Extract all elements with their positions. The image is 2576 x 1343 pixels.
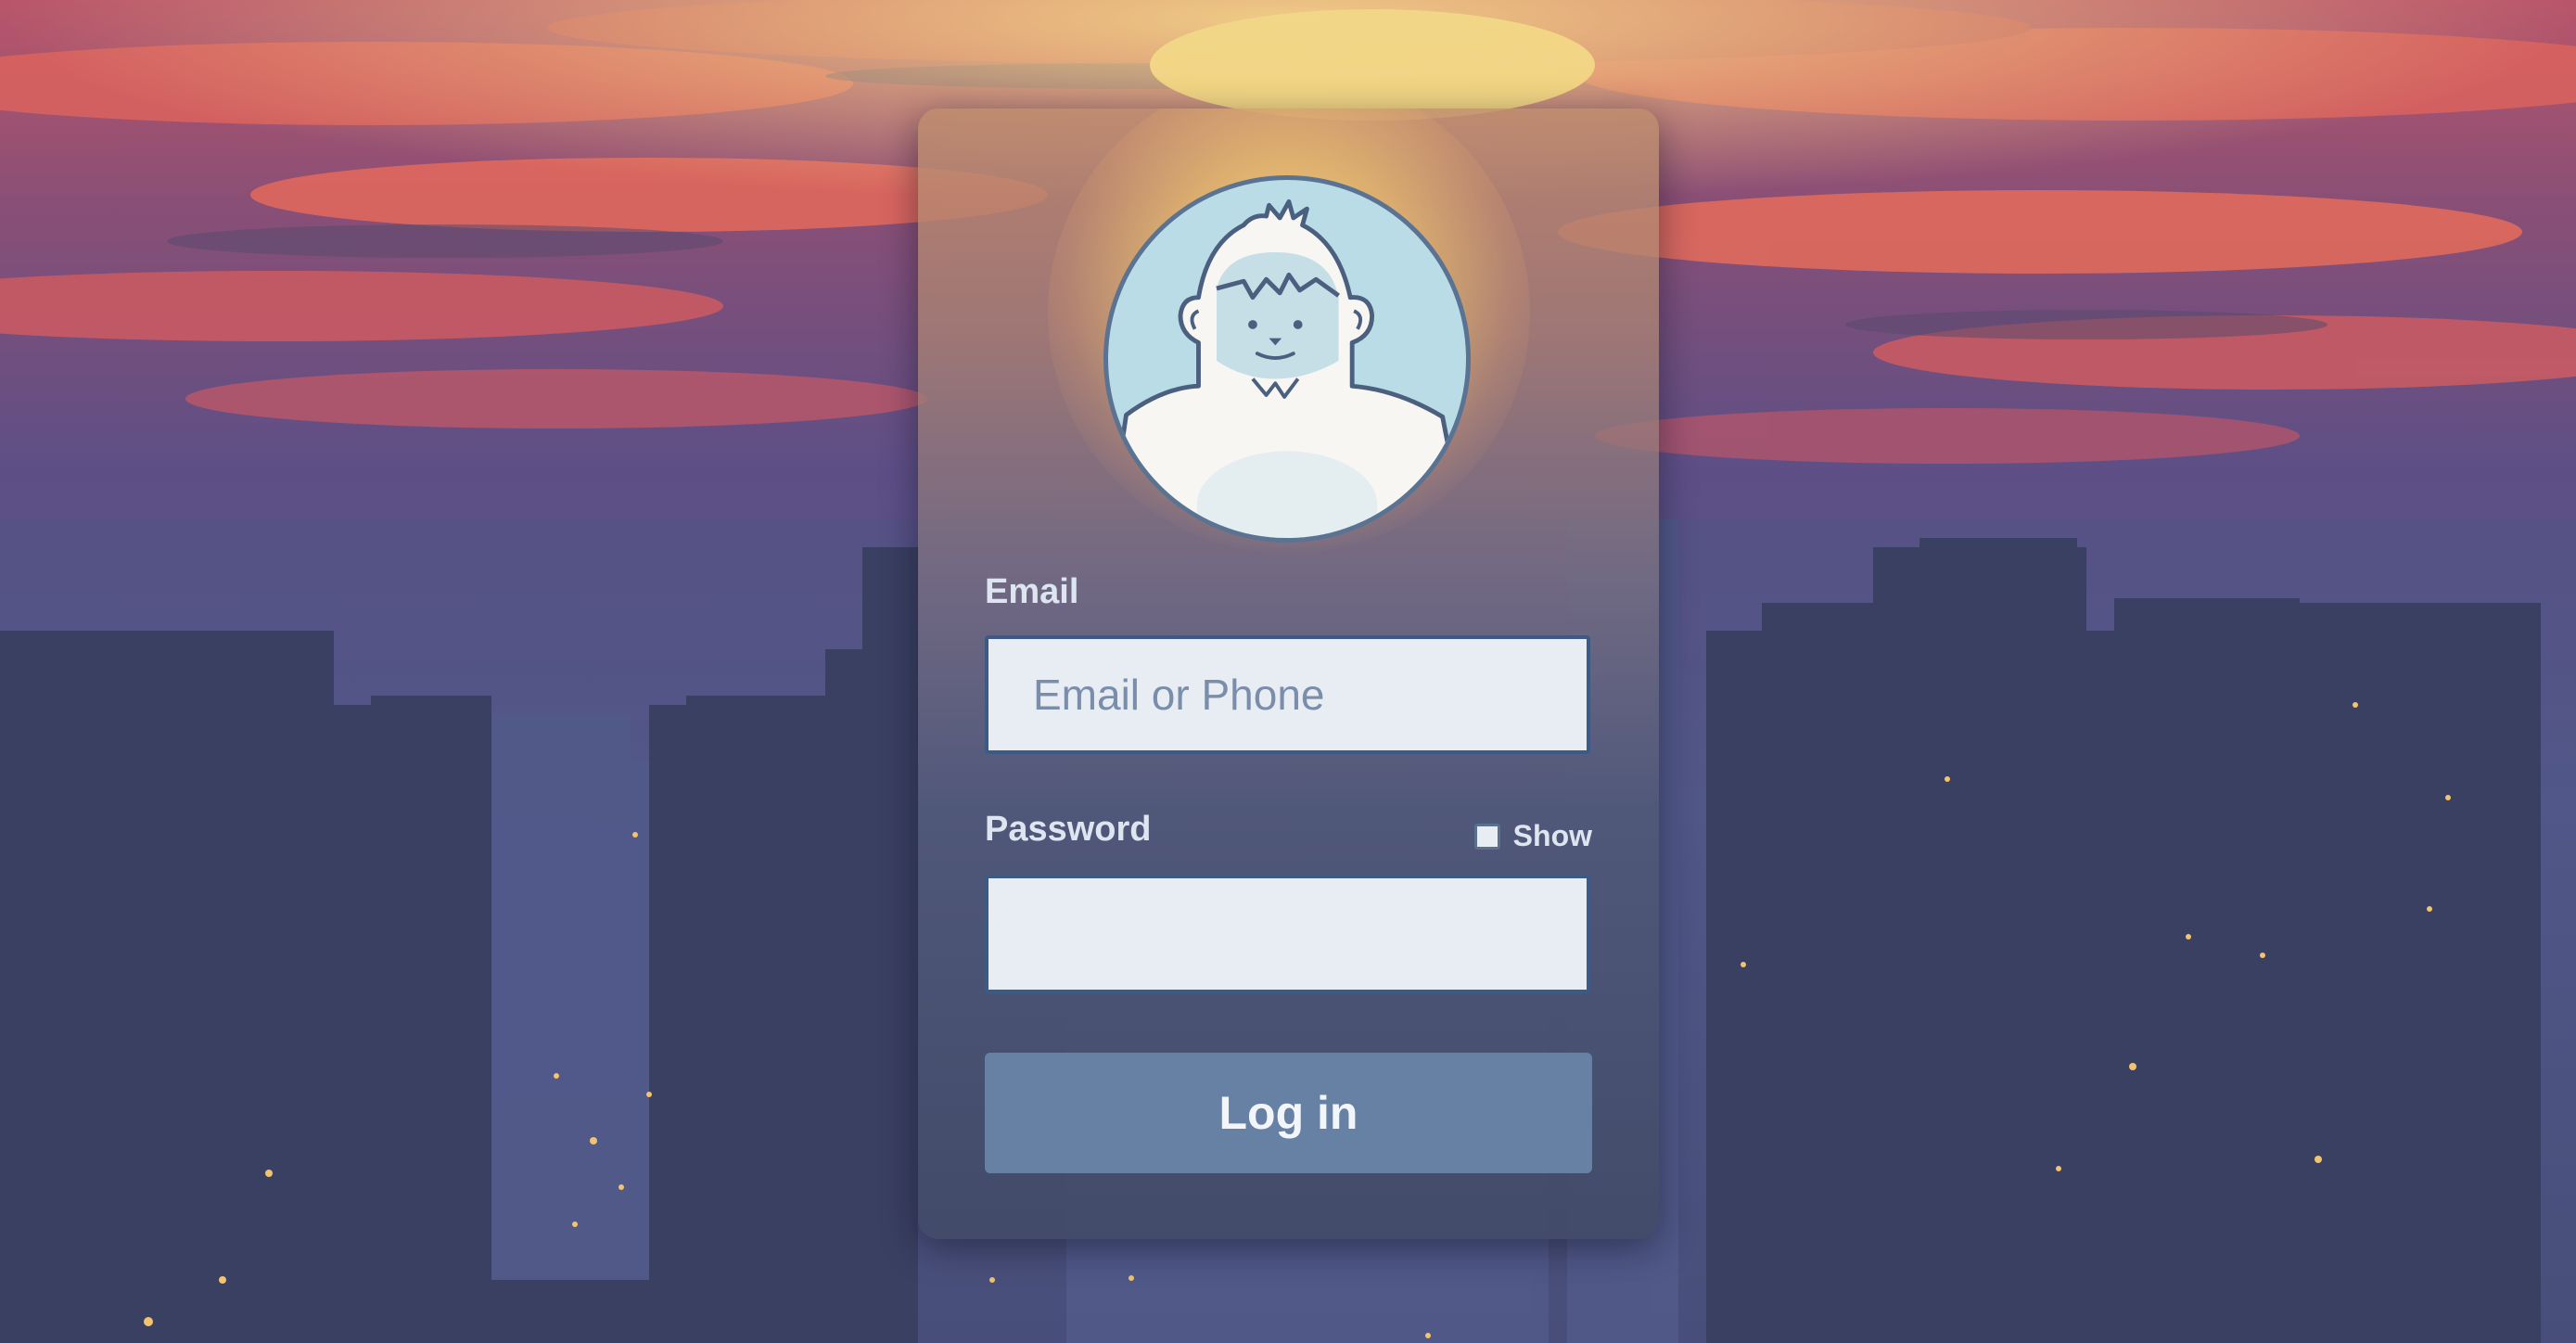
email-label: Email	[985, 572, 1079, 611]
password-label: Password	[985, 810, 1152, 849]
login-button[interactable]: Log in	[985, 1053, 1592, 1173]
password-input[interactable]	[985, 875, 1590, 993]
show-password-label: Show	[1512, 819, 1592, 852]
email-input[interactable]	[985, 635, 1590, 754]
show-password-toggle[interactable]: Show	[1473, 819, 1592, 853]
login-card: Email Password Show Log in	[918, 109, 1659, 1239]
show-password-checkbox[interactable]	[1473, 823, 1500, 850]
yeti-avatar-icon	[1103, 175, 1471, 543]
